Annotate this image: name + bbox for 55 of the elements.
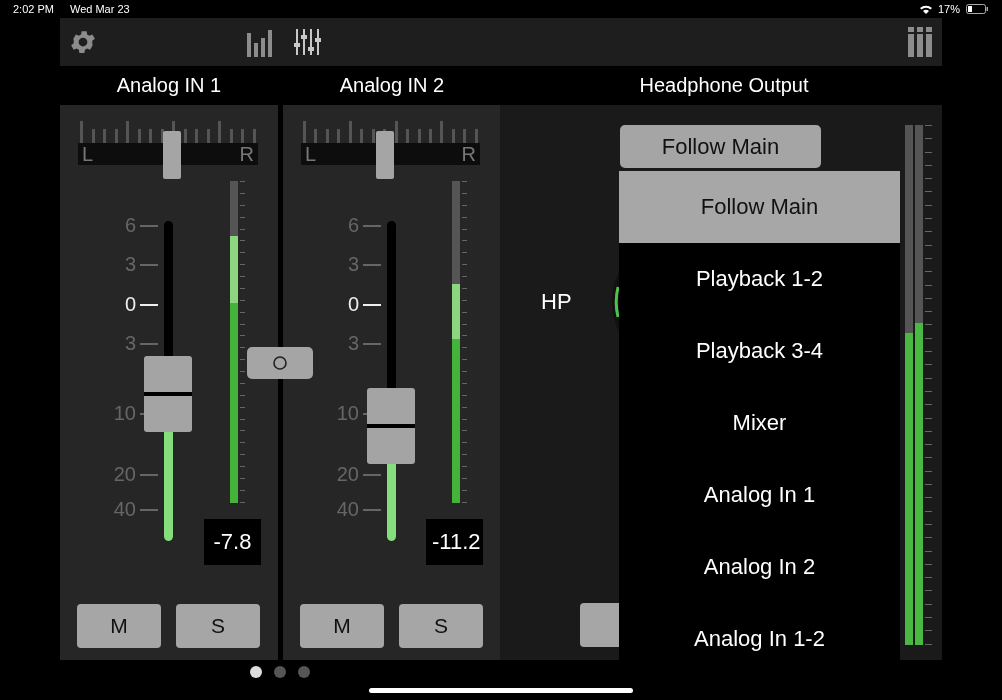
pan-thumb[interactable]: [162, 131, 181, 179]
status-time: 2:02 PM: [13, 3, 54, 15]
section-title: Headphone Output: [638, 73, 810, 98]
hp-label: HP: [541, 289, 572, 315]
columns-button[interactable]: [908, 27, 932, 57]
menu-item[interactable]: Follow Main: [619, 171, 900, 243]
menu-item[interactable]: Analog In 1: [619, 459, 900, 531]
menu-item[interactable]: Playback 3-4: [619, 315, 900, 387]
page-dot[interactable]: [250, 666, 262, 678]
battery-percent: 17%: [937, 3, 960, 15]
pan-right-label: R: [461, 143, 476, 165]
fader-thumb[interactable]: [367, 387, 415, 464]
scale-label: 20: [336, 462, 359, 486]
pan-slider[interactable]: L R: [301, 121, 480, 179]
wifi-icon: [919, 4, 932, 14]
solo-button[interactable]: S: [176, 604, 260, 648]
source-dropdown[interactable]: Follow Main: [620, 125, 821, 168]
pan-thumb[interactable]: [376, 131, 395, 179]
pan-right-label: R: [239, 143, 254, 165]
pan-slider[interactable]: L R: [78, 121, 258, 179]
scale-label: 20: [113, 462, 136, 486]
mute-button[interactable]: M: [77, 604, 161, 648]
solo-button[interactable]: S: [399, 604, 483, 648]
mute-button[interactable]: M: [300, 604, 384, 648]
mixer-button[interactable]: [294, 27, 324, 57]
page-dot[interactable]: [274, 666, 286, 678]
scale-label: 40: [113, 497, 136, 521]
scale-label: 10: [113, 401, 136, 425]
bar-chart-button[interactable]: [246, 27, 274, 57]
pan-left-label: L: [305, 143, 317, 165]
ring-icon: [272, 355, 288, 371]
scale-label: 3: [347, 331, 359, 355]
gain-readout: -11.2: [426, 519, 483, 565]
scale-label: 40: [336, 497, 359, 521]
channel-title: Analog IN 2: [338, 73, 446, 98]
scale-label: 10: [336, 401, 359, 425]
scale-label: 0: [347, 292, 359, 316]
page-dot[interactable]: [298, 666, 310, 678]
scale-label: 0: [124, 292, 136, 316]
pan-left-label: L: [82, 143, 94, 165]
scale-label: 3: [347, 252, 359, 276]
channel-title: Analog IN 1: [115, 73, 223, 98]
scale-label: 3: [124, 252, 136, 276]
menu-item[interactable]: Playback 1-2: [619, 243, 900, 315]
menu-item[interactable]: Analog In 2: [619, 531, 900, 603]
scale-label: 6: [347, 213, 359, 237]
link-button[interactable]: [247, 347, 313, 379]
menu-item[interactable]: Analog In 1-2: [619, 603, 900, 675]
scale-label: 3: [124, 331, 136, 355]
menu-item[interactable]: Mixer: [619, 387, 900, 459]
status-date: Wed Mar 23: [69, 3, 130, 15]
scale-label: 6: [124, 213, 136, 237]
gain-readout: -7.8: [204, 519, 261, 565]
battery-icon: [966, 4, 988, 14]
fader-thumb[interactable]: [144, 355, 192, 432]
